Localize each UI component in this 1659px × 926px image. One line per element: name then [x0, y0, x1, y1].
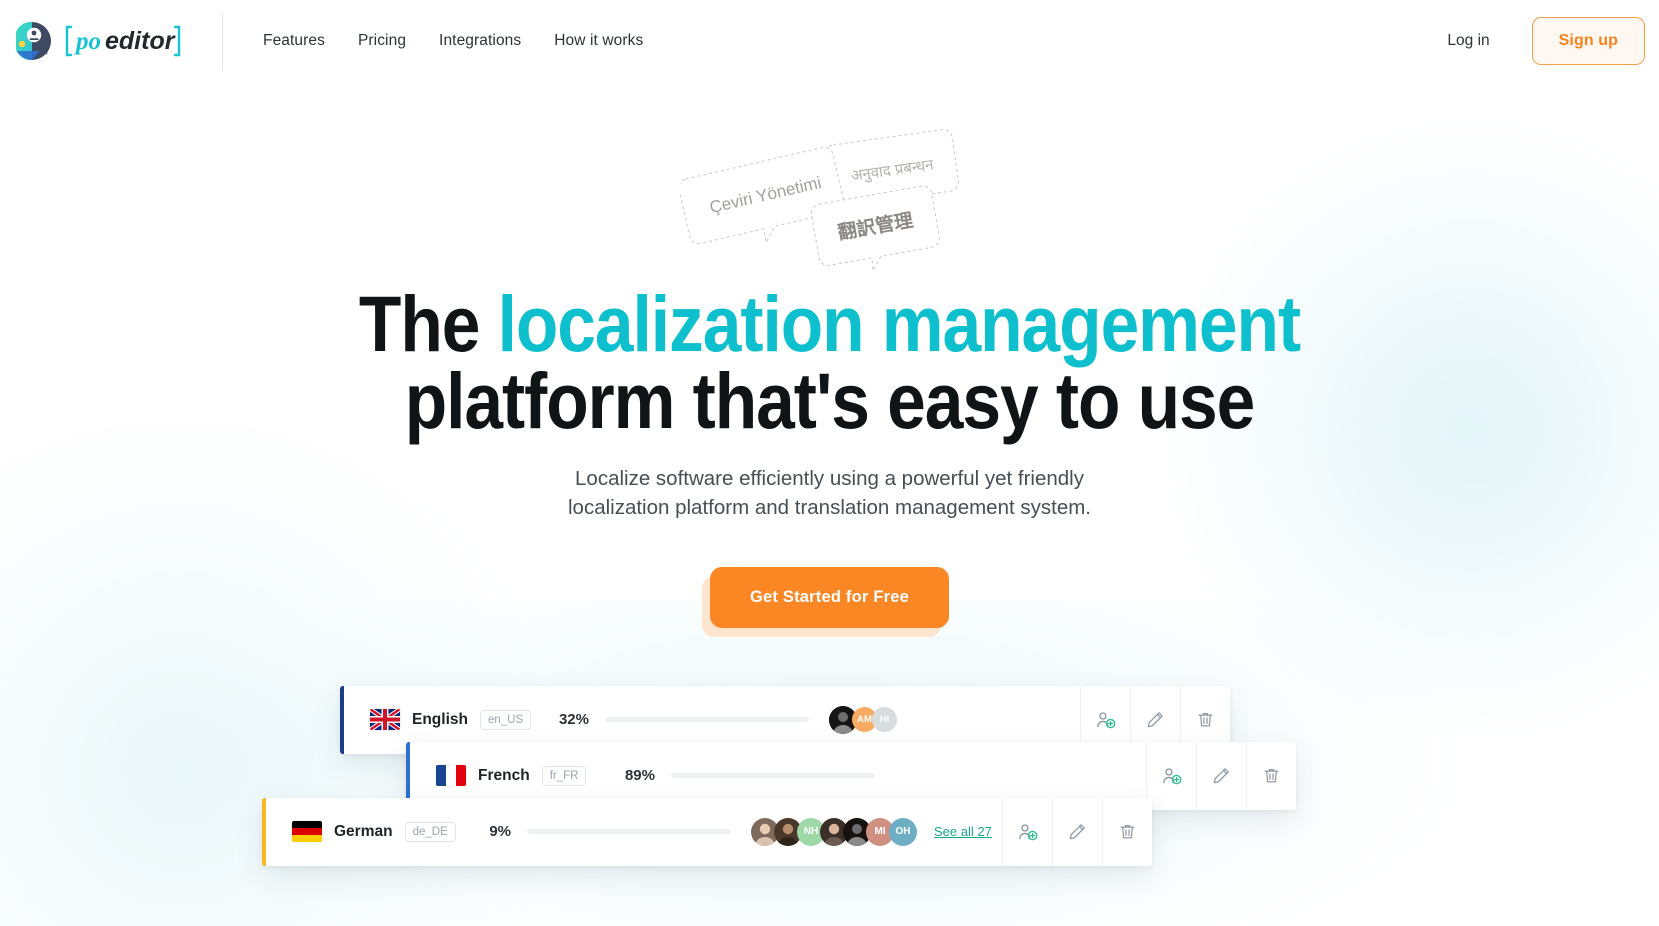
- progress-percent-label: 9%: [489, 823, 511, 841]
- language-code-badge: en_US: [479, 709, 532, 730]
- nav-item-how-it-works[interactable]: How it works: [554, 32, 643, 50]
- edit-pencil-icon[interactable]: [1196, 741, 1246, 810]
- cta-container: Get Started for Free: [0, 566, 1659, 628]
- language-name: English: [412, 710, 468, 728]
- flag-uk-icon: [370, 709, 400, 731]
- hero-section: अनुवाद प्रबन्धन Çeviri Yönetimi 翻訳管理 The…: [0, 82, 1659, 628]
- progress-percent-label: 32%: [558, 711, 589, 729]
- contributors-cell: NH MI OH See all 27: [731, 817, 1002, 846]
- header-divider: [222, 12, 223, 70]
- language-code-badge: fr_FR: [541, 765, 587, 786]
- poeditor-logo-icon: [10, 18, 56, 64]
- progress-cell: 32%: [549, 711, 809, 728]
- flag-germany-icon: [292, 821, 322, 843]
- progress-bar-track: [605, 717, 809, 723]
- get-started-button[interactable]: Get Started for Free: [710, 566, 949, 628]
- site-header: po editor Features Pricing Integrations …: [0, 0, 1659, 82]
- language-identity-cell: German de_DE: [266, 821, 471, 843]
- logo-wordmark: po editor: [64, 21, 182, 61]
- avatar[interactable]: HI: [872, 707, 897, 733]
- add-user-icon[interactable]: [1002, 797, 1052, 866]
- login-link[interactable]: Log in: [1447, 32, 1489, 50]
- progress-bar-track: [527, 829, 731, 835]
- hero-subtitle-line-2: localization platform and translation ma…: [567, 495, 1091, 519]
- hero-subtitle: Localize software efficiently using a po…: [0, 465, 1659, 522]
- language-rows-preview: English en_US 32% AM HI French fr_FR 89%…: [0, 685, 1659, 926]
- language-code-badge: de_DE: [404, 821, 456, 842]
- see-all-contributors-link[interactable]: See all 27: [934, 824, 992, 839]
- headline-line-2: platform that's easy to use: [404, 355, 1256, 445]
- page-title: The localization management platform tha…: [100, 284, 1560, 440]
- header-actions: Log in Sign up: [1447, 17, 1659, 65]
- signup-button[interactable]: Sign up: [1531, 17, 1645, 65]
- avatar-group: NH MI OH: [751, 817, 917, 846]
- svg-text:editor: editor: [105, 27, 176, 55]
- nav-item-pricing[interactable]: Pricing: [358, 32, 406, 50]
- add-user-icon[interactable]: [1146, 741, 1196, 810]
- progress-cell: 9%: [471, 823, 731, 840]
- hero-subtitle-line-1: Localize software efficiently using a po…: [575, 467, 1084, 491]
- language-identity-cell: English en_US: [344, 709, 549, 731]
- main-navigation: Features Pricing Integrations How it wor…: [263, 32, 643, 50]
- language-name: French: [478, 766, 530, 784]
- language-row-german[interactable]: German de_DE 9% NH MI OH See all 27: [262, 797, 1152, 866]
- trash-icon[interactable]: [1102, 797, 1152, 866]
- nav-item-features[interactable]: Features: [263, 32, 325, 50]
- speech-bubbles-illustration: अनुवाद प्रबन्धन Çeviri Yönetimi 翻訳管理: [0, 124, 1659, 274]
- language-name: German: [334, 822, 393, 840]
- progress-cell: 89%: [615, 767, 875, 784]
- avatar[interactable]: OH: [889, 817, 917, 846]
- nav-item-integrations[interactable]: Integrations: [439, 32, 521, 50]
- contributors-cell: AM HI: [809, 705, 1080, 734]
- trash-icon[interactable]: [1246, 741, 1296, 810]
- row-actions: [1002, 797, 1152, 866]
- progress-percent-label: 89%: [624, 767, 655, 785]
- edit-pencil-icon[interactable]: [1052, 797, 1102, 866]
- row-actions: [1146, 741, 1296, 810]
- logo-link[interactable]: po editor: [10, 12, 210, 70]
- avatar-group: AM HI: [829, 705, 897, 734]
- svg-text:po: po: [74, 28, 101, 55]
- flag-france-icon: [436, 765, 466, 787]
- language-identity-cell: French fr_FR: [410, 765, 615, 787]
- progress-bar-track: [671, 773, 875, 779]
